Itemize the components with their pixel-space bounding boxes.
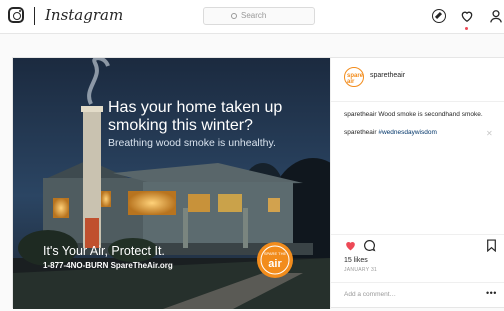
author-username[interactable]: sparetheair — [370, 72, 405, 79]
search-placeholder: Search — [241, 11, 267, 20]
avatar[interactable]: spare air — [344, 67, 364, 87]
hashtag-link[interactable]: #wednesdaywisdom — [378, 129, 437, 136]
post-sidebar: spare air sparetheair sparetheair Wood s… — [330, 58, 504, 309]
explore-compass-icon[interactable] — [432, 9, 446, 23]
caption-text: Wood smoke is secondhand smoke. — [378, 111, 483, 118]
likes-count[interactable]: 15 likes — [344, 257, 368, 264]
top-nav: Instagram Search — [0, 0, 504, 34]
comment-item: sparetheair #wednesdaywisdom — [344, 129, 437, 136]
camera-icon[interactable] — [8, 7, 24, 23]
like-heart-icon[interactable] — [344, 239, 357, 252]
image-phone: 1-877-4NO-BURN SpareTheAir.org — [43, 261, 173, 270]
add-comment-input[interactable]: Add a comment… — [344, 291, 396, 298]
activity-heart-icon[interactable] — [460, 9, 474, 23]
more-options-icon[interactable]: ••• — [486, 288, 497, 298]
comment-bubble-icon[interactable] — [363, 239, 376, 252]
post-header: spare air sparetheair — [331, 58, 504, 102]
svg-text:air: air — [268, 258, 282, 270]
search-icon — [231, 13, 237, 19]
svg-text:SPARE THE: SPARE THE — [264, 251, 287, 256]
profile-icon[interactable] — [489, 9, 503, 23]
instagram-logo[interactable]: Instagram — [45, 6, 123, 24]
post-caption: sparetheair Wood smoke is secondhand smo… — [344, 110, 494, 119]
nav-divider — [34, 7, 35, 25]
image-headline: Has your home taken up smoking this wint… — [108, 99, 283, 134]
image-subhead: Breathing wood smoke is unhealthy. — [108, 137, 276, 149]
add-comment-bar: Add a comment… ••• — [331, 282, 504, 309]
post-card: SPARE THE air Has your home taken up smo… — [12, 57, 504, 309]
comment-username[interactable]: sparetheair — [344, 129, 377, 136]
close-icon[interactable]: ✕ — [486, 129, 493, 138]
post-image[interactable]: SPARE THE air Has your home taken up smo… — [13, 58, 330, 309]
house-night-scene: SPARE THE air — [13, 58, 330, 309]
caption-username[interactable]: sparetheair — [344, 111, 377, 118]
image-slogan: It's Your Air, Protect It. — [43, 244, 165, 258]
bookmark-icon[interactable] — [486, 239, 497, 252]
notification-dot — [465, 27, 468, 30]
post-date: JANUARY 31 — [344, 267, 378, 273]
search-input[interactable]: Search — [203, 7, 315, 25]
